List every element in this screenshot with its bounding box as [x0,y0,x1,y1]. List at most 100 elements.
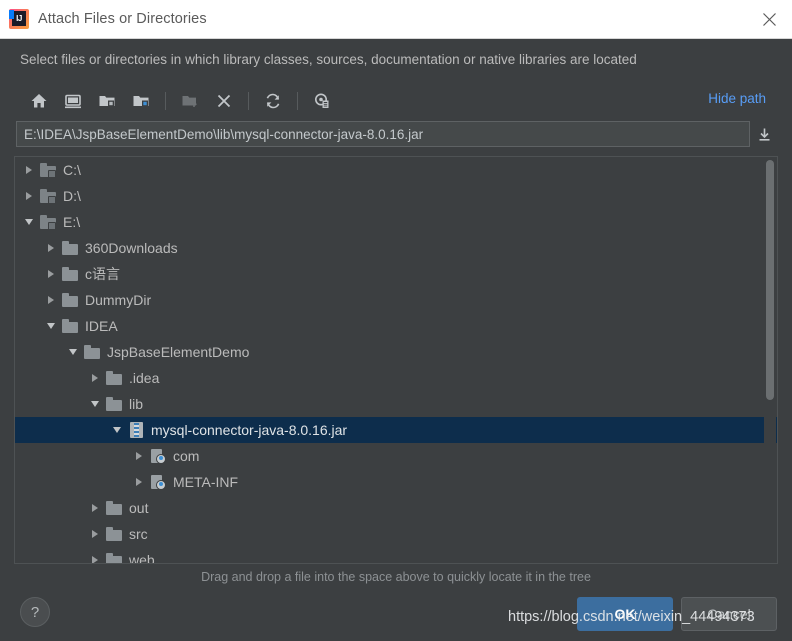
folder-icon [62,319,78,333]
toolbar-separator-3 [297,92,298,110]
drive-folder-icon [37,209,59,235]
tree-row[interactable]: META-INF [15,469,777,495]
help-button[interactable]: ? [20,597,50,627]
tree-row[interactable]: src [15,521,777,547]
folder-icon [62,267,78,281]
module-folder-icon[interactable] [124,86,158,116]
toolbar: Hide path [14,83,778,119]
tree-row-label: JspBaseElementDemo [107,344,250,360]
tree-row[interactable]: com [15,443,777,469]
drive-folder-icon [40,215,56,230]
new-folder-icon [173,86,207,116]
tree-row[interactable]: E:\ [15,209,777,235]
hide-path-link[interactable]: Hide path [708,91,766,106]
tree-row-label: src [129,526,148,542]
tree-toggle-collapsed-icon[interactable] [87,547,103,563]
tree-row-label: .idea [129,370,160,386]
drive-folder-icon [40,189,56,204]
tree-row[interactable]: out [15,495,777,521]
folder-icon [106,527,122,541]
intellij-idea-logo-icon: IJ [9,9,29,29]
folder-icon [59,313,81,339]
package-icon [150,448,166,464]
tree-toggle-collapsed-icon[interactable] [21,157,37,183]
tree-toggle-collapsed-icon[interactable] [43,235,59,261]
tree-row[interactable]: D:\ [15,183,777,209]
drive-folder-icon [40,163,56,178]
tree-toggle-expanded-icon[interactable] [109,417,125,443]
tree-row[interactable]: c语言 [15,261,777,287]
folder-icon [103,391,125,417]
tree-row[interactable]: IDEA [15,313,777,339]
tree-toggle-collapsed-icon[interactable] [87,365,103,391]
folder-icon [81,339,103,365]
tree-row[interactable]: lib [15,391,777,417]
tree-toggle-collapsed-icon[interactable] [21,183,37,209]
window-title: Attach Files or Directories [38,11,207,27]
path-input[interactable]: E:\IDEA\JspBaseElementDemo\lib\mysql-con… [16,121,750,147]
package-icon [147,443,169,469]
folder-icon [103,365,125,391]
tree-scrollbar[interactable] [764,158,776,563]
tree-toggle-expanded-icon[interactable] [65,339,81,365]
tree-row[interactable]: C:\ [15,157,777,183]
home-icon[interactable] [22,86,56,116]
folder-icon [103,495,125,521]
attach-files-dialog: IJ Attach Files or Directories Select fi… [0,0,792,641]
delete-icon[interactable] [207,86,241,116]
folder-icon [106,371,122,385]
folder-icon [62,241,78,255]
titlebar: IJ Attach Files or Directories [0,0,792,39]
tree-row[interactable]: mysql-connector-java-8.0.16.jar [15,417,777,443]
path-row: E:\IDEA\JspBaseElementDemo\lib\mysql-con… [16,120,778,148]
tree-row-label: META-INF [173,474,239,490]
folder-icon [59,235,81,261]
tree-row[interactable]: .idea [15,365,777,391]
tree-row[interactable]: 360Downloads [15,235,777,261]
show-hidden-files-icon[interactable] [305,86,339,116]
tree-row[interactable]: JspBaseElementDemo [15,339,777,365]
folder-icon [84,345,100,359]
tree-row[interactable]: DummyDir [15,287,777,313]
folder-icon [62,293,78,307]
tree-scrollbar-thumb[interactable] [766,160,774,400]
tree-toggle-expanded-icon[interactable] [43,313,59,339]
folder-icon [106,553,122,563]
jar-file-icon [125,417,147,443]
drag-drop-hint: Drag and drop a file into the space abov… [201,570,591,584]
file-tree[interactable]: C:\ D:\ E:\ 360Downloads c语言 DummyDir IDEA JspB… [14,156,778,564]
jar-file-icon [129,422,143,438]
tree-toggle-collapsed-icon[interactable] [131,469,147,495]
tree-toggle-collapsed-icon[interactable] [131,443,147,469]
cancel-button[interactable]: Cancel [681,597,777,631]
tree-row-label: E:\ [63,214,81,230]
tree-toggle-collapsed-icon[interactable] [87,521,103,547]
folder-icon [106,397,122,411]
folder-icon [59,287,81,313]
toolbar-separator-2 [248,92,249,110]
close-icon[interactable] [746,0,792,38]
tree-toggle-collapsed-icon[interactable] [87,495,103,521]
package-icon [150,474,166,490]
tree-row-label: c语言 [85,266,120,282]
project-folder-icon[interactable] [90,86,124,116]
tree-toggle-collapsed-icon[interactable] [43,287,59,313]
tree-toggle-expanded-icon[interactable] [87,391,103,417]
drive-folder-icon [37,183,59,209]
tree-toggle-expanded-icon[interactable] [21,209,37,235]
refresh-icon[interactable] [256,86,290,116]
drive-folder-icon [37,157,59,183]
ok-button[interactable]: OK [577,597,673,631]
tree-row[interactable]: web [15,547,777,563]
tree-row-label: 360Downloads [85,240,178,256]
toolbar-separator-1 [165,92,166,110]
tree-row-label: com [173,448,200,464]
tree-row-label: D:\ [63,188,81,204]
desktop-icon[interactable] [56,86,90,116]
tree-toggle-collapsed-icon[interactable] [43,261,59,287]
folder-icon [59,261,81,287]
tree-row-label: lib [129,396,144,412]
tree-row-label: IDEA [85,318,118,334]
folder-icon [103,547,125,563]
download-arrow-icon[interactable] [750,121,778,147]
